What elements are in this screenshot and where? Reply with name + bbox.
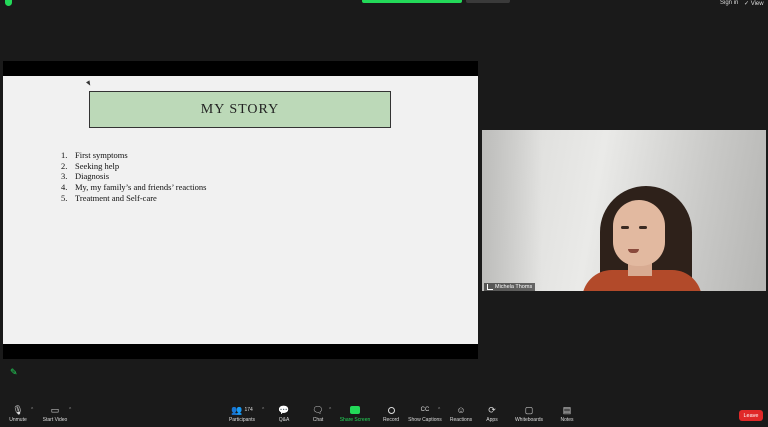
participant-name-tag: Michela Thoms <box>484 283 536 291</box>
sharing-options-pill[interactable] <box>466 0 510 3</box>
sharing-indicator-pill[interactable] <box>362 0 462 3</box>
video-off-icon: ▭ <box>50 404 60 415</box>
whiteboards-button[interactable]: ▢ Whiteboards <box>512 404 546 427</box>
share-screen-button[interactable]: Share Screen <box>339 404 371 427</box>
qa-icon: 💬 <box>278 404 290 415</box>
person-eye <box>639 226 647 229</box>
chevron-up-icon[interactable]: ⌃ <box>261 407 265 413</box>
shared-screen: MY STORY 1. First symptoms 2. Seeking help… <box>3 61 478 359</box>
person-face <box>613 200 665 266</box>
apps-button[interactable]: ⟳ Apps <box>484 404 500 427</box>
view-label: View <box>750 1 764 7</box>
list-item: 4. My, my family’s and friends’ reactions <box>61 182 207 193</box>
chevron-up-icon[interactable]: ⌃ <box>437 407 441 413</box>
chevron-up-icon[interactable]: ⌃ <box>328 407 332 413</box>
person-eye <box>621 226 629 229</box>
unmute-button[interactable]: 🎙 Unmute <box>6 404 30 427</box>
mic-muted-icon: 🎙 <box>12 404 24 415</box>
top-bar: Sign in ✓ View <box>0 0 768 8</box>
story-list: 1. First symptoms 2. Seeking help 3. Diagno… <box>61 150 206 203</box>
slide-title: MY STORY <box>89 91 391 128</box>
participant-video[interactable] <box>482 130 766 291</box>
reactions-icon: ☺ <box>456 405 466 415</box>
view-button[interactable]: ✓ View <box>744 0 764 7</box>
annotate-pencil-icon[interactable]: ✎ <box>10 367 20 377</box>
record-button[interactable]: Record <box>380 404 402 427</box>
whiteboard-icon: ▢ <box>524 404 534 415</box>
shield-icon[interactable] <box>5 0 12 6</box>
reactions-button[interactable]: ☺ Reactions <box>449 404 473 427</box>
share-screen-icon <box>350 406 360 414</box>
signal-icon <box>487 283 493 290</box>
participants-count: 174 <box>244 407 253 413</box>
participants-button[interactable]: 👥 174 Participants <box>226 404 258 427</box>
presentation-slide: MY STORY 1. First symptoms 2. Seeking help… <box>3 76 478 344</box>
list-item: 2. Seeking help <box>61 160 120 171</box>
chat-icon: 🗨 <box>312 404 324 415</box>
meeting-toolbar: 🎙 Unmute ⌃ ▭ Start Video ⌃ 👥 174 Particip… <box>0 404 768 427</box>
chevron-up-icon[interactable]: ⌃ <box>68 407 72 413</box>
chevron-up-icon[interactable]: ⌃ <box>30 407 34 413</box>
notes-button[interactable]: ▤ Notes <box>558 404 576 427</box>
list-item: 3. Diagnosis <box>61 171 109 182</box>
list-item: 5. Treatment and Self-care <box>61 192 157 203</box>
list-item: 1. First symptoms <box>61 150 128 160</box>
participants-icon: 👥 174 <box>231 404 253 415</box>
mouse-cursor-icon <box>86 80 92 87</box>
leave-button[interactable]: Leave <box>739 410 763 421</box>
notes-icon: ▤ <box>562 404 572 415</box>
sign-in-link[interactable]: Sign in <box>720 0 738 6</box>
video-background <box>482 130 542 291</box>
qa-button[interactable]: 💬 Q&A <box>274 404 294 427</box>
apps-icon: ⟳ <box>488 404 496 415</box>
start-video-button[interactable]: ▭ Start Video <box>40 404 70 427</box>
record-icon <box>387 406 395 414</box>
view-icon: ✓ <box>744 1 750 7</box>
captions-icon: CC <box>420 407 430 413</box>
chat-button[interactable]: 🗨 Chat <box>308 404 328 427</box>
